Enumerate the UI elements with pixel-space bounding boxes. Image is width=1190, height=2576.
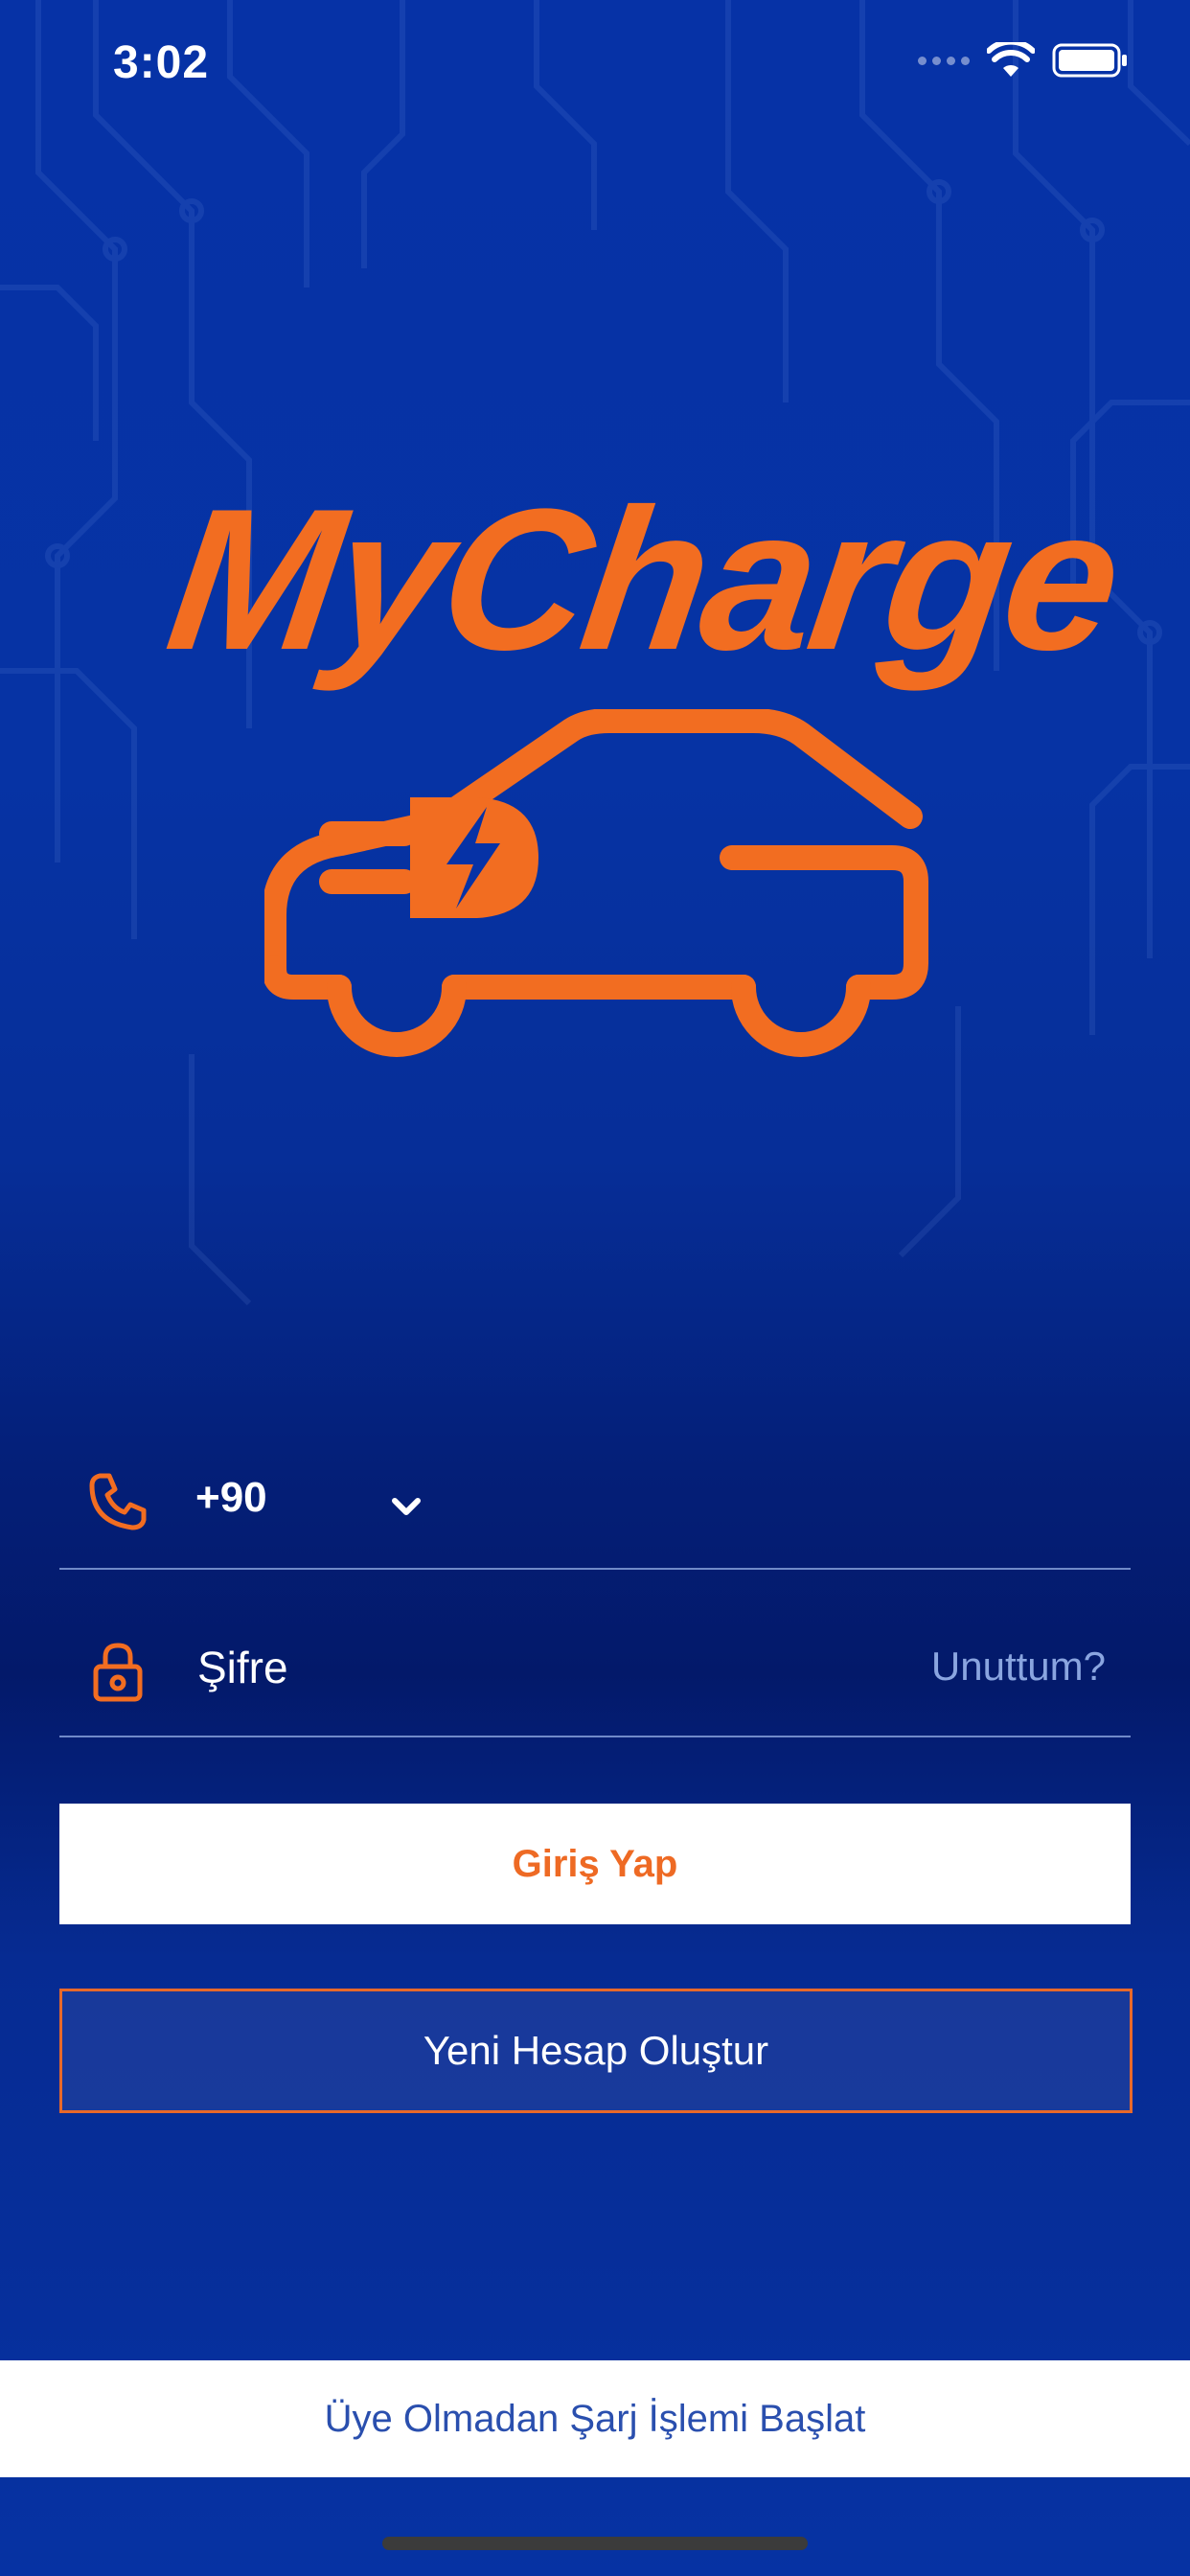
battery-icon [1052, 43, 1127, 78]
brand-logo-text: MyCharge [156, 467, 1131, 692]
login-button[interactable]: Giriş Yap [59, 1804, 1131, 1924]
guest-charge-button[interactable]: Üye Olmadan Şarj İşlemi Başlat [0, 2360, 1190, 2477]
home-indicator[interactable] [382, 2537, 808, 2550]
wifi-icon [987, 42, 1035, 77]
create-account-button[interactable]: Yeni Hesap Oluştur [59, 1989, 1133, 2113]
login-screen: 3:02 MyCharge +90 Şifre Unuttum? Giriş Y… [0, 0, 1190, 2576]
phone-icon [89, 1473, 147, 1530]
status-time: 3:02 [113, 37, 210, 88]
forgot-password-link[interactable]: Unuttum? [931, 1644, 1106, 1690]
password-input-row[interactable]: Şifre Unuttum? [59, 1605, 1131, 1737]
lock-icon [93, 1643, 143, 1702]
status-icons [918, 42, 1129, 79]
phone-input-row[interactable]: +90 [59, 1438, 1131, 1570]
electric-car-plug-icon [264, 709, 928, 1057]
country-code-selector[interactable]: +90 [195, 1474, 267, 1522]
chevron-down-icon[interactable] [385, 1485, 427, 1528]
password-field[interactable]: Şifre [197, 1642, 288, 1693]
cellular-dots-icon [918, 56, 970, 65]
